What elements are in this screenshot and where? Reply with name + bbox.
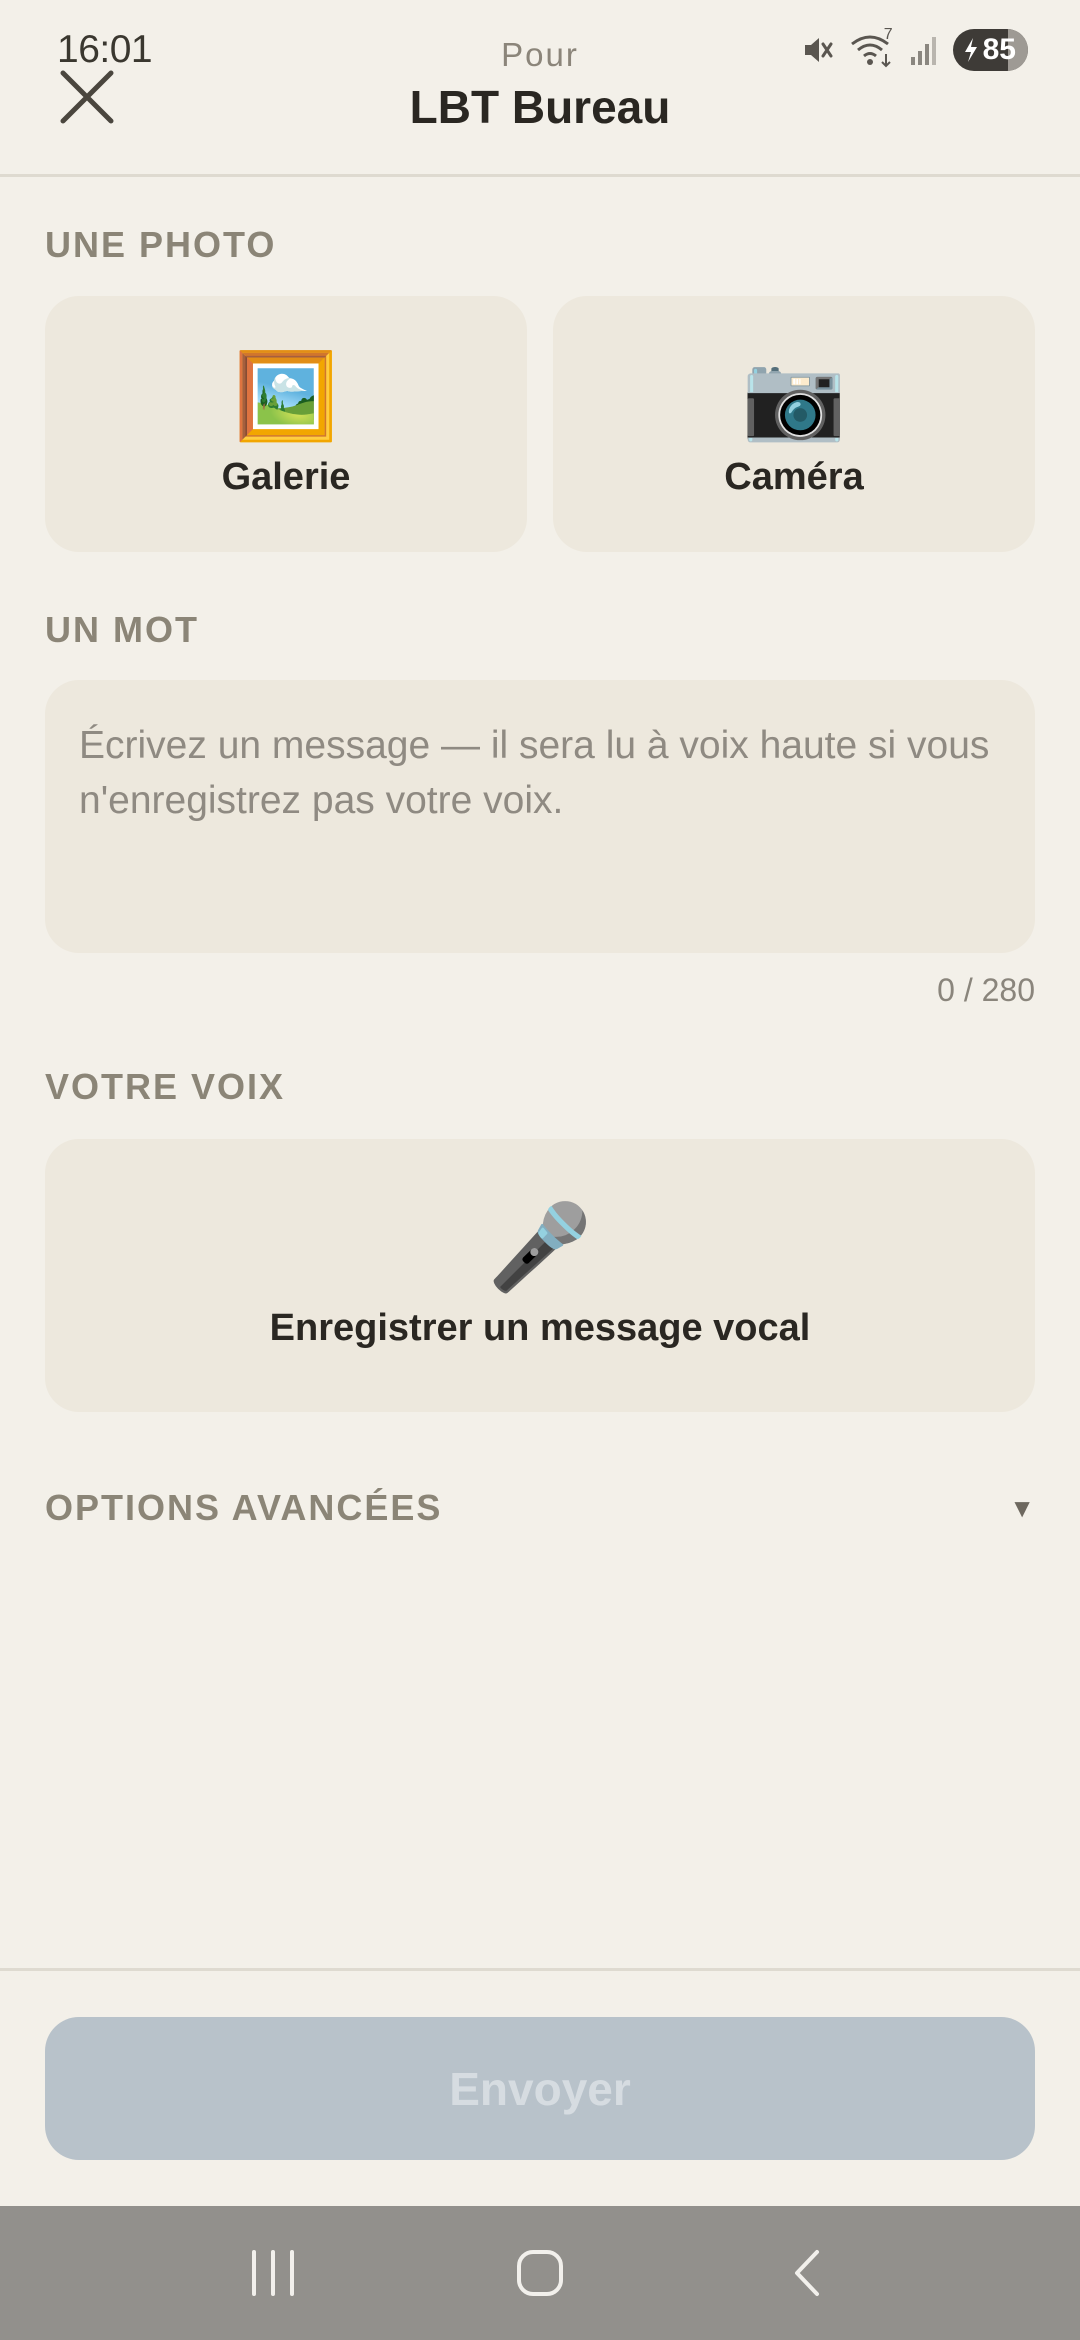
system-nav-bar: [0, 2206, 1080, 2340]
back-button[interactable]: [757, 2223, 857, 2323]
charging-icon: [964, 38, 977, 62]
message-input[interactable]: [45, 680, 1035, 953]
home-button[interactable]: [490, 2223, 590, 2323]
gallery-button[interactable]: 🖼️ Galerie: [45, 296, 527, 552]
chevron-down-icon: ▼: [1009, 1492, 1035, 1523]
record-voice-button[interactable]: 🎤 Enregistrer un message vocal: [45, 1139, 1035, 1412]
gallery-label: Galerie: [221, 455, 351, 498]
back-icon: [794, 2250, 819, 2296]
battery-level: 85: [982, 33, 1016, 66]
camera-button[interactable]: 📷 Caméra: [553, 296, 1035, 552]
camera-icon: 📷: [741, 348, 847, 443]
voice-section-label: VOTRE VOIX: [45, 1066, 286, 1107]
send-button[interactable]: Envoyer: [45, 2017, 1035, 2160]
word-section-label: UN MOT: [45, 609, 199, 650]
character-counter: 0 / 280: [937, 972, 1035, 1008]
recipient-title: LBT Bureau: [409, 81, 671, 133]
recent-apps-button[interactable]: [223, 2223, 323, 2323]
advanced-options-toggle[interactable]: OPTIONS AVANCÉES ▼: [45, 1486, 1035, 1530]
header-divider: [0, 174, 1080, 177]
microphone-icon: 🎤: [487, 1200, 593, 1294]
record-voice-label: Enregistrer un message vocal: [269, 1307, 811, 1349]
camera-label: Caméra: [724, 455, 864, 498]
home-icon: [516, 2250, 563, 2296]
recent-apps-icon: [252, 2250, 295, 2296]
gallery-icon: 🖼️: [233, 348, 339, 443]
photo-section-label: UNE PHOTO: [45, 224, 277, 265]
header-subtitle: Pour: [501, 36, 579, 73]
advanced-options-label: OPTIONS AVANCÉES: [45, 1487, 443, 1528]
compose-screen: 16:01 7 85 Pour LBT Bureau UNE PHOTO 🖼️ …: [0, 0, 1080, 2340]
footer-divider: [0, 1968, 1080, 1971]
